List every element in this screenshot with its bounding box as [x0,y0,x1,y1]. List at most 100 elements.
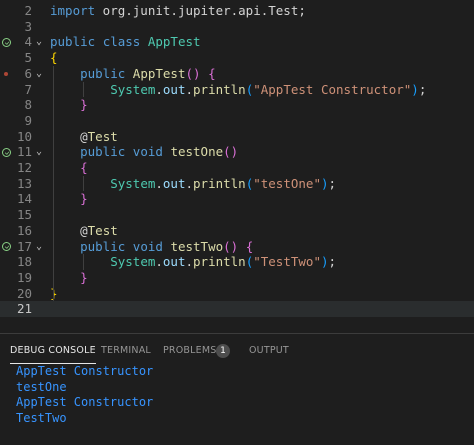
gutter-slot[interactable] [0,286,12,302]
console-line: TestTwo [16,411,67,426]
fold-chevron-icon[interactable]: ⌄ [34,34,44,50]
gutter-slot[interactable] [0,270,12,286]
breakpoint-hint-icon[interactable] [0,66,12,82]
code-line[interactable]: 2 import org.junit.jupiter.api.Test; [0,3,474,19]
code-token: { [208,65,216,81]
tab-problems[interactable]: PROBLEMS [163,334,216,368]
gutter-slot[interactable] [0,97,12,113]
tab-terminal[interactable]: TERMINAL [101,334,151,368]
code-token: Test [87,128,118,144]
code-token: println [193,175,246,191]
gutter-slot[interactable] [0,129,12,145]
code-token: System [110,254,156,270]
code-token: { [245,238,254,254]
code-line[interactable]: 19 } [0,270,474,286]
code-token: void [132,238,163,254]
code-text: public void testOne() [50,144,238,160]
code-line[interactable]: 16 @Test [0,223,474,239]
gutter-slot[interactable] [0,82,12,98]
run-test-icon[interactable] [0,34,12,50]
code-line[interactable]: 18 System.out.println("TestTwo"); [0,254,474,270]
line-number: 16 [16,222,32,238]
debug-console-output: AppTest Constructor testOne AppTest Cons… [16,364,153,427]
code-line[interactable]: 17 ⌄ public void testTwo() { [0,239,474,255]
gutter-slot[interactable] [0,254,12,270]
code-line[interactable]: 14 } [0,191,474,207]
code-token: out [162,81,186,97]
bottom-panel: DEBUG CONSOLE TERMINAL PROBLEMS 1 OUTPUT… [0,333,474,445]
code-token: { [80,160,88,175]
code-line[interactable]: 5{ [0,50,474,66]
code-text: System.out.println("testOne"); [50,176,336,192]
line-number: 11 [16,144,32,160]
code-line[interactable]: 13 System.out.println("testOne"); [0,176,474,192]
code-line[interactable]: 7 System.out.println("AppTest Constructo… [0,82,474,98]
gutter-slot[interactable] [0,207,12,223]
code-token: ; [418,81,427,97]
gutter-slot[interactable] [0,50,12,66]
tab-output[interactable]: OUTPUT [249,334,289,368]
code-text: { [50,160,88,176]
code-token: println [193,81,246,97]
console-line: AppTest Constructor [16,364,154,378]
code-line[interactable]: 10 @Test [0,129,474,145]
line-number: 7 [24,81,32,97]
code-token: out [162,254,186,270]
gutter-slot[interactable] [0,113,12,129]
code-line[interactable]: 15 [0,207,474,223]
code-line[interactable]: 20} [0,286,474,302]
code-token: "AppTest Constructor" [253,81,412,97]
code-token: Test [87,222,118,238]
gutter-slot[interactable] [0,223,12,239]
gutter-slot[interactable] [0,160,12,176]
gutter-slot[interactable] [0,301,12,317]
code-line[interactable]: 9 [0,113,474,129]
run-test-icon[interactable] [0,239,12,255]
panel-tabs: DEBUG CONSOLE TERMINAL PROBLEMS 1 OUTPUT [0,334,474,368]
code-token: . [185,175,194,191]
code-line[interactable]: 6 ⌄ public AppTest() { [0,66,474,82]
run-test-icon[interactable] [0,144,12,160]
code-token: . [155,254,163,270]
code-line[interactable]: 11 ⌄ public void testOne() [0,144,474,160]
code-text: public void testTwo() { [50,239,253,255]
fold-chevron-icon[interactable]: ⌄ [34,144,44,160]
code-line[interactable]: 8 } [0,97,474,113]
code-line[interactable]: 12 { [0,160,474,176]
gutter-slot[interactable] [0,3,12,19]
gutter-slot[interactable] [0,176,12,192]
code-token: @ [80,128,88,144]
code-line[interactable]: 3 [0,19,474,35]
code-line[interactable]: 4 ⌄ public class AppTest [0,34,474,50]
line-number: 2 [24,3,32,18]
code-token: AppTest [147,34,201,50]
code-token: ; [328,254,337,270]
tab-debug-console[interactable]: DEBUG CONSOLE [10,334,96,368]
code-token: () [223,238,239,254]
code-token: } [80,97,88,113]
fold-chevron-icon[interactable]: ⌄ [34,239,44,255]
line-number: 21 [16,301,32,317]
code-text: System.out.println("TestTwo"); [50,254,336,270]
line-number: 20 [16,285,32,301]
code-text: { [50,50,58,66]
code-editor[interactable]: 2 import org.junit.jupiter.api.Test; 3 4 ⌄ pu… [0,0,474,320]
code-token: void [132,144,163,160]
code-line[interactable]: 21 [0,301,474,317]
line-number: 5 [24,50,32,66]
fold-chevron-icon[interactable]: ⌄ [34,66,44,82]
gutter-slot[interactable] [0,191,12,207]
gutter-slot[interactable] [0,19,12,35]
